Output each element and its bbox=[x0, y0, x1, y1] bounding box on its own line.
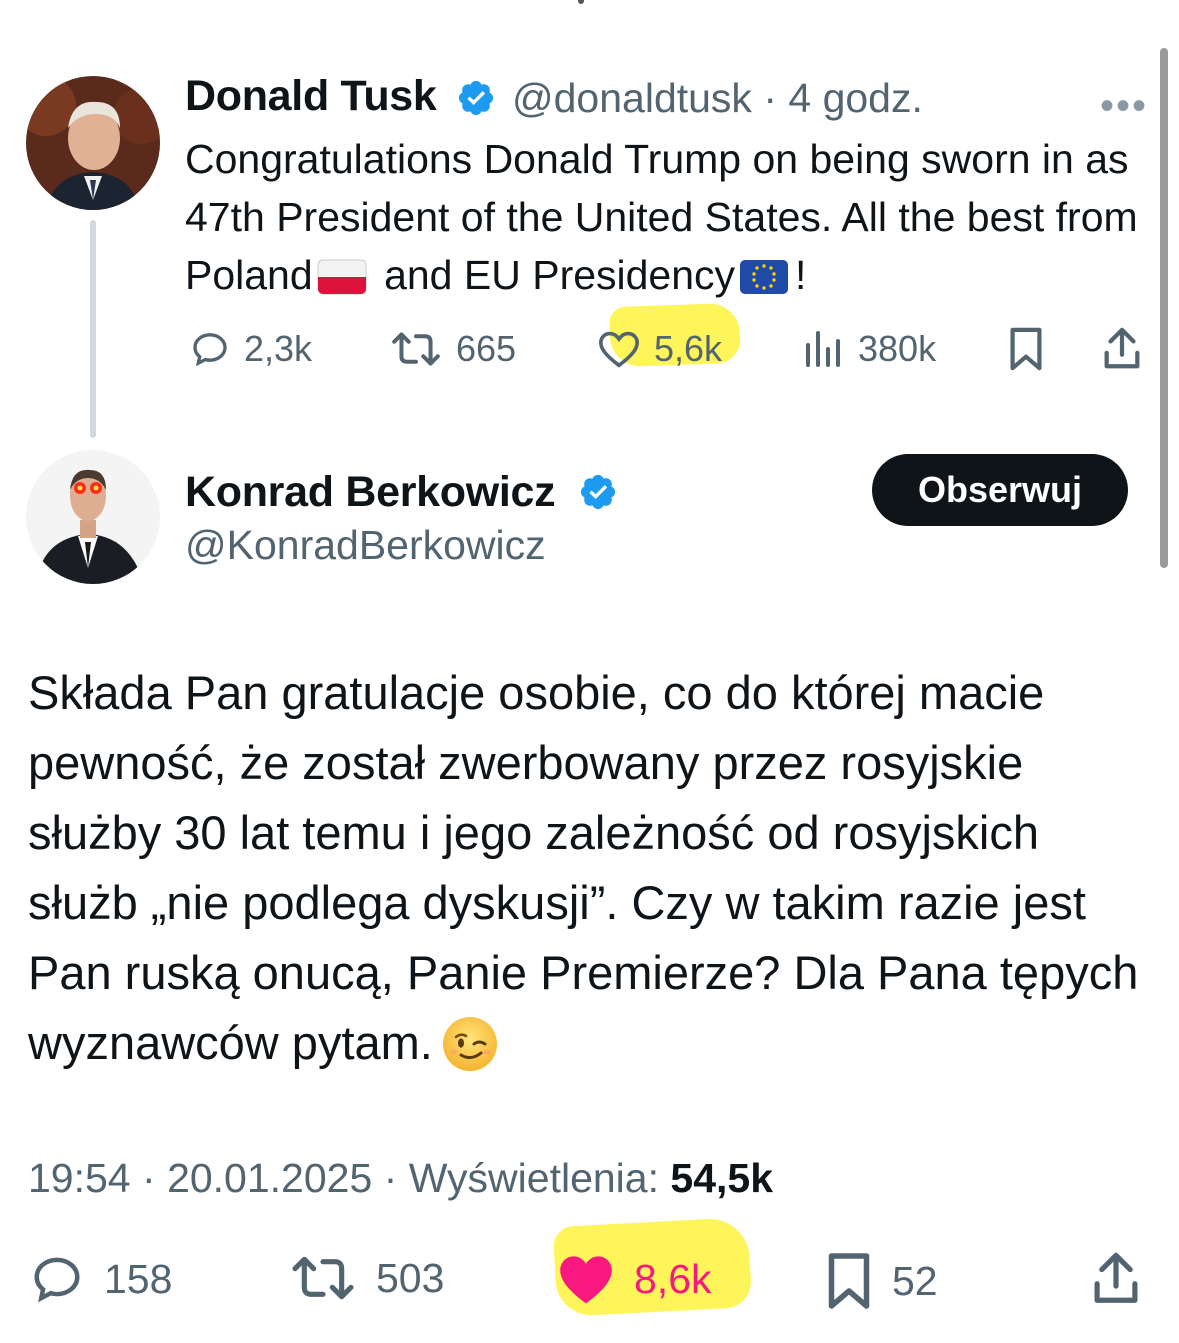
heart-icon bbox=[598, 331, 640, 368]
follow-button[interactable]: Obserwuj bbox=[872, 454, 1128, 526]
reply-button[interactable]: 158 bbox=[28, 1252, 172, 1306]
share-button[interactable] bbox=[1090, 1250, 1142, 1308]
timestamp[interactable]: · 4 godz. bbox=[763, 75, 923, 121]
heart-filled-icon bbox=[560, 1256, 612, 1304]
tweet-text-part: ! bbox=[795, 252, 807, 298]
share-icon bbox=[1094, 1252, 1138, 1303]
author-name[interactable]: Donald Tusk bbox=[185, 72, 437, 121]
retweet-button[interactable]: 665 bbox=[388, 328, 516, 370]
author-name[interactable]: Konrad Berkowicz bbox=[185, 468, 556, 517]
views-button[interactable]: 380k bbox=[802, 328, 936, 370]
like-count: 5,6k bbox=[654, 328, 723, 369]
avatar-donald-tusk[interactable] bbox=[26, 76, 160, 210]
eu-flag-icon bbox=[740, 260, 789, 294]
tweet-metadata: 19:54 · 20.01.2025 · Wyświetlenia: 54,5k bbox=[28, 1155, 773, 1202]
post-time[interactable]: 19:54 bbox=[28, 1155, 131, 1201]
reply-icon bbox=[193, 333, 227, 367]
share-icon bbox=[1104, 327, 1140, 369]
reply-icon bbox=[34, 1257, 80, 1303]
scrollbar[interactable] bbox=[1160, 48, 1168, 568]
views-count: 380k bbox=[858, 328, 937, 369]
thread-connector-line bbox=[90, 220, 96, 438]
separator: · bbox=[383, 1155, 409, 1201]
more-horizontal-icon[interactable]: ••• bbox=[1100, 84, 1148, 129]
bookmark-icon bbox=[1010, 327, 1042, 371]
retweet-icon bbox=[392, 332, 440, 366]
views-count[interactable]: 54,5k bbox=[670, 1155, 773, 1201]
separator: · bbox=[142, 1155, 168, 1201]
tweet-text-part: and EU Presidency bbox=[384, 252, 736, 298]
views-chart-icon bbox=[806, 331, 840, 367]
like-count: 8,6k bbox=[634, 1255, 712, 1302]
top-edge-marker bbox=[578, 0, 584, 4]
bookmark-count: 52 bbox=[892, 1257, 938, 1304]
winking-face-emoji-icon bbox=[442, 1017, 497, 1071]
bookmark-button[interactable] bbox=[1006, 326, 1046, 372]
poland-flag-icon bbox=[317, 259, 367, 295]
reply-button[interactable]: 2,3k bbox=[188, 328, 312, 370]
avatar-konrad-berkowicz[interactable] bbox=[26, 450, 160, 584]
retweet-button[interactable]: 503 bbox=[288, 1252, 444, 1304]
bookmark-button[interactable]: 52 bbox=[824, 1250, 938, 1312]
tweet-text: Congratulations Donald Trump on being sw… bbox=[185, 130, 1160, 304]
verified-badge-icon bbox=[458, 80, 494, 116]
retweet-icon bbox=[292, 1256, 354, 1300]
tweet-text: Składa Pan gratulacje osobie, co do któr… bbox=[28, 658, 1153, 1078]
author-handle[interactable]: @donaldtusk · 4 godz. bbox=[512, 75, 923, 122]
post-date[interactable]: 20.01.2025 bbox=[167, 1155, 372, 1201]
reply-count: 2,3k bbox=[244, 328, 313, 369]
author-handle[interactable]: @KonradBerkowicz bbox=[185, 522, 546, 569]
like-button[interactable]: 5,6k bbox=[596, 328, 722, 370]
views-label: Wyświetlenia: bbox=[408, 1155, 659, 1201]
bookmark-icon bbox=[828, 1253, 870, 1309]
handle-text[interactable]: @donaldtusk bbox=[512, 75, 752, 121]
retweet-count: 665 bbox=[456, 328, 517, 369]
share-button[interactable] bbox=[1100, 326, 1144, 372]
verified-badge-icon bbox=[580, 474, 616, 510]
tweet-text-body: Składa Pan gratulacje osobie, co do któr… bbox=[28, 666, 1139, 1069]
reply-count: 158 bbox=[104, 1255, 173, 1302]
like-button[interactable]: 8,6k bbox=[556, 1252, 712, 1306]
retweet-count: 503 bbox=[376, 1254, 445, 1301]
